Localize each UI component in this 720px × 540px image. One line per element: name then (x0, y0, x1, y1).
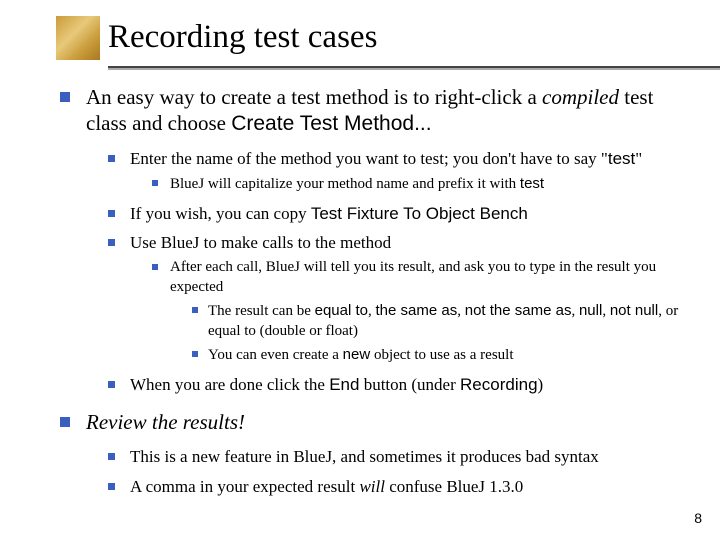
bullet-item: BlueJ will capitalize your method name a… (152, 174, 690, 195)
text-code: Test Fixture To Object Bench (311, 204, 528, 223)
bullet-item: The result can be equal to, the same as,… (192, 301, 690, 341)
text-code: End (329, 375, 359, 394)
page-number: 8 (694, 510, 702, 526)
text: , (457, 303, 465, 319)
slide: Recording test cases An easy way to crea… (0, 0, 720, 540)
text: The result can be (208, 303, 315, 319)
text-code: Create Test Method... (231, 112, 431, 135)
text: When you are done click the (130, 375, 329, 394)
text-code: not null (610, 302, 658, 319)
text: Enter the name of the method you want to… (130, 149, 608, 168)
text-code: not the same as (465, 302, 572, 319)
text-italic: compiled (542, 85, 619, 109)
text: " (635, 149, 642, 168)
text-italic: will (359, 477, 385, 496)
text: Use BlueJ to make calls to the method (130, 233, 391, 252)
text-italic: Review the results! (86, 410, 245, 434)
text: button (under (359, 375, 460, 394)
text: If you wish, you can copy (130, 204, 311, 223)
text: This is a new feature in BlueJ, and some… (130, 447, 599, 466)
bullet-list: An easy way to create a test method is t… (60, 84, 690, 498)
text: BlueJ will capitalize your method name a… (170, 176, 520, 192)
bullet-item: Review the results! This is a new featur… (60, 409, 690, 497)
text-code: test (608, 149, 635, 168)
text: , (602, 303, 610, 319)
text: equal to (double or float) (208, 323, 358, 339)
text: A comma in your expected result (130, 477, 359, 496)
text: , (368, 303, 376, 319)
title-block: Recording test cases (108, 18, 690, 62)
bullet-item: If you wish, you can copy Test Fixture T… (108, 203, 690, 225)
text: , or (658, 303, 678, 319)
bullet-item: When you are done click the End button (… (108, 374, 690, 396)
text: ) (538, 375, 544, 394)
text: object to use as a result (370, 347, 513, 363)
text: An easy way to create a test method is t… (86, 85, 542, 109)
text: , (571, 303, 579, 319)
text: After each call, BlueJ will tell you its… (170, 259, 656, 295)
bullet-item: Use BlueJ to make calls to the method Af… (108, 232, 690, 365)
text: confuse BlueJ 1.3.0 (385, 477, 523, 496)
bullet-item: Enter the name of the method you want to… (108, 148, 690, 194)
bullet-item: This is a new feature in BlueJ, and some… (108, 446, 690, 468)
bullet-item: After each call, BlueJ will tell you its… (152, 258, 690, 366)
text-code: null (579, 302, 602, 319)
bullet-item: You can even create a new object to use … (192, 345, 690, 366)
bullet-item: An easy way to create a test method is t… (60, 84, 690, 396)
slide-title: Recording test cases (108, 18, 690, 62)
text: You can even create a (208, 347, 343, 363)
text-code: test (520, 175, 544, 192)
text-code: equal to (315, 302, 368, 319)
text-code: the same as (376, 302, 458, 319)
text-code: new (343, 346, 371, 363)
bullet-item: A comma in your expected result will con… (108, 476, 690, 498)
text-code: Recording (460, 375, 538, 394)
